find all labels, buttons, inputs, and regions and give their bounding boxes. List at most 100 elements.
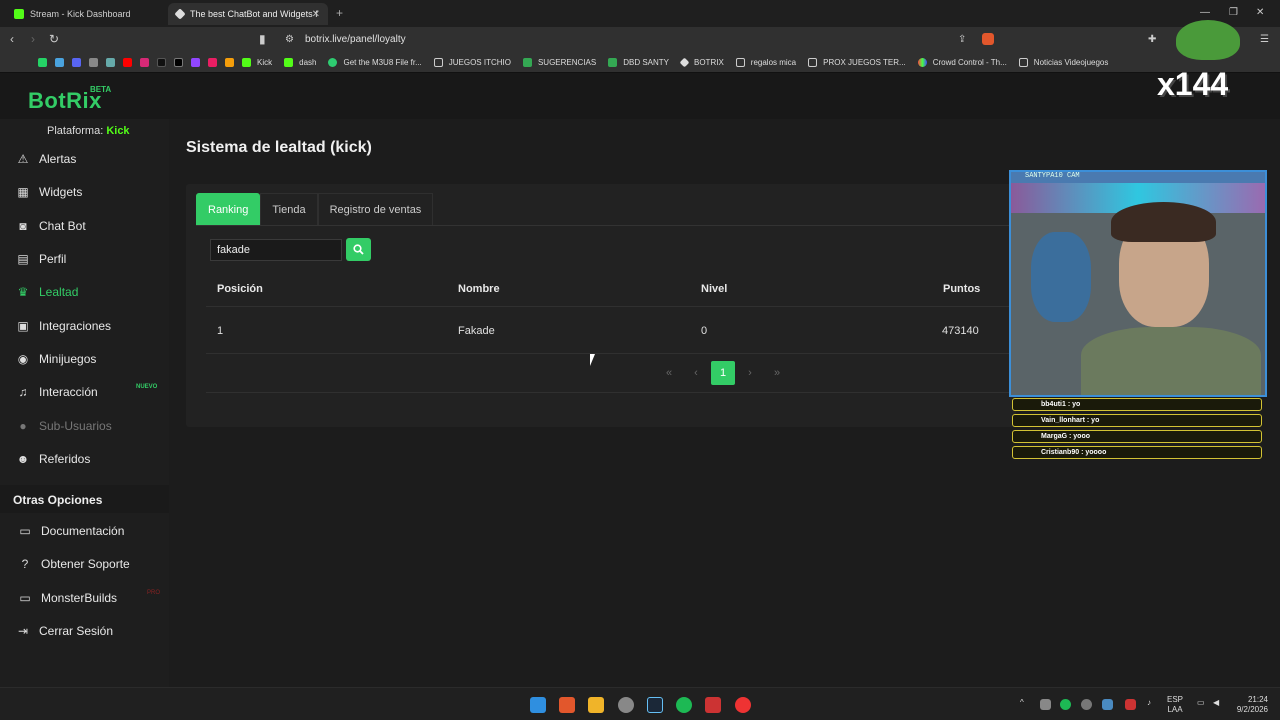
obs-icon[interactable]: [618, 697, 634, 713]
x-icon[interactable]: [174, 58, 183, 67]
mic-icon[interactable]: ♪: [1147, 698, 1151, 708]
next-page-button[interactable]: ›: [738, 361, 762, 385]
crowd-control-icon: [917, 58, 927, 67]
bookmark-item[interactable]: BOTRIX: [679, 57, 724, 68]
column-header-posicion[interactable]: Posición: [217, 283, 263, 295]
sidebar-item-referidos[interactable]: ☻ Referidos: [16, 452, 91, 466]
maximize-button[interactable]: ❐: [1229, 7, 1238, 18]
tray-icon[interactable]: [1125, 699, 1136, 710]
menu-icon[interactable]: ☰: [1260, 34, 1269, 45]
search-input[interactable]: [210, 239, 342, 261]
app-icon[interactable]: [208, 58, 217, 67]
column-header-nombre[interactable]: Nombre: [458, 283, 500, 295]
back-button[interactable]: ‹: [10, 32, 14, 46]
discord-tray-icon[interactable]: [1040, 699, 1051, 710]
bookmark-item[interactable]: dash: [284, 58, 316, 67]
minimize-button[interactable]: —: [1200, 7, 1210, 18]
search-button[interactable]: [346, 238, 371, 261]
page-1-button[interactable]: 1: [711, 361, 735, 385]
sidebar-item-widgets[interactable]: ▦ Widgets: [16, 185, 82, 199]
browser-tab-botrix[interactable]: The best ChatBot and Widgets f ✕: [168, 3, 328, 25]
bookmark-item[interactable]: regalos mica: [735, 58, 796, 67]
sidebar-item-alertas[interactable]: ⚠ Alertas: [16, 152, 77, 166]
app-icon[interactable]: [89, 58, 98, 67]
close-icon[interactable]: ✕: [312, 9, 320, 20]
brave-icon[interactable]: [559, 697, 575, 713]
media-player-icon[interactable]: [735, 697, 751, 713]
sidebar-item-interaccion[interactable]: ♫ Interacción: [16, 385, 98, 399]
first-page-button[interactable]: «: [657, 361, 681, 385]
tab-registro-de-ventas[interactable]: Registro de ventas: [317, 193, 434, 226]
column-header-puntos[interactable]: Puntos: [943, 283, 980, 295]
app-icon[interactable]: [705, 697, 721, 713]
sidebar-item-obtener-soporte[interactable]: ? Obtener Soporte: [18, 557, 130, 571]
sidebar-item-minijuegos[interactable]: ◉ Minijuegos: [16, 352, 97, 366]
bookmark-item[interactable]: DBD SANTY: [608, 58, 669, 67]
instagram-icon[interactable]: [140, 58, 149, 67]
sidebar-item-perfil[interactable]: ▤ Perfil: [16, 252, 66, 266]
url-field[interactable]: botrix.live/panel/loyalty: [305, 34, 406, 45]
sidebar-item-chat-bot[interactable]: ◙ Chat Bot: [16, 219, 85, 233]
language-indicator[interactable]: ESP LAA: [1167, 695, 1183, 715]
bookmark-item[interactable]: Noticias Videojuegos: [1018, 58, 1108, 67]
sidebar-item-lealtad[interactable]: ♛ Lealtad: [16, 285, 79, 299]
steam-tray-icon[interactable]: [1102, 699, 1113, 710]
volume-icon[interactable]: ◀: [1213, 698, 1219, 708]
windows-start-icon[interactable]: [530, 697, 546, 713]
kick-icon: [242, 58, 251, 67]
sidebar-item-documentacion[interactable]: ▭ Documentación: [18, 524, 124, 538]
chevron-up-icon[interactable]: ^: [1020, 698, 1024, 708]
forward-button[interactable]: ›: [31, 32, 35, 46]
sidebar-item-cerrar-sesion[interactable]: ⇥ Cerrar Sesión: [16, 624, 113, 638]
list-icon: ▣: [17, 319, 29, 333]
twitch-icon[interactable]: [191, 58, 200, 67]
browser-tab-bar: Stream - Kick Dashboard The best ChatBot…: [0, 0, 1280, 27]
clock[interactable]: 21:24 9/2/2026: [1232, 695, 1268, 715]
steam-icon[interactable]: [647, 697, 663, 713]
sidebar-item-monsterbuilds[interactable]: ▭ MonsterBuilds: [18, 591, 117, 605]
address-bar: ‹ › ↻ ▮ ⚙ botrix.live/panel/loyalty ⇪ ✚ …: [0, 27, 1280, 53]
monitor-icon: ▭: [19, 591, 31, 605]
tab-tienda[interactable]: Tienda: [260, 193, 318, 226]
tiktok-icon[interactable]: [157, 58, 166, 67]
browser-tab-kick[interactable]: Stream - Kick Dashboard: [6, 3, 166, 25]
tab-ranking[interactable]: Ranking: [196, 193, 261, 226]
whatsapp-icon[interactable]: [38, 58, 47, 67]
app-icon[interactable]: [106, 58, 115, 67]
app-icon[interactable]: [225, 58, 234, 67]
youtube-icon[interactable]: [123, 58, 132, 67]
share-icon[interactable]: ⇪: [958, 34, 966, 45]
sidebar-item-sub-usuarios[interactable]: ● Sub-Usuarios: [16, 419, 111, 433]
spotify-tray-icon[interactable]: [1060, 699, 1071, 710]
bookmark-item[interactable]: Kick: [242, 58, 272, 67]
prev-page-button[interactable]: ‹: [684, 361, 708, 385]
divider: [206, 306, 1016, 307]
discord-icon[interactable]: [72, 58, 81, 67]
bookmark-item[interactable]: PROX JUEGOS TER...: [808, 58, 906, 67]
bookmark-item[interactable]: Get the M3U8 File fr...: [328, 58, 422, 67]
last-page-button[interactable]: »: [765, 361, 789, 385]
tray-icon[interactable]: [1081, 699, 1092, 710]
chat-message: MargaG : yooo: [1012, 430, 1262, 443]
close-window-button[interactable]: ✕: [1256, 7, 1264, 18]
botrix-icon: [679, 57, 690, 68]
bookmark-icon[interactable]: ▮: [259, 32, 266, 46]
column-header-nivel[interactable]: Nivel: [701, 283, 727, 295]
reload-button[interactable]: ↻: [49, 32, 59, 46]
bookmark-item[interactable]: Crowd Control - Th...: [917, 58, 1007, 67]
tab-title: The best ChatBot and Widgets f: [190, 9, 318, 19]
folder-icon[interactable]: [588, 697, 604, 713]
webcam-overlay: SANTYPA10 CAM: [1009, 170, 1267, 397]
network-icon[interactable]: ▭: [1197, 698, 1205, 708]
app-icon[interactable]: [55, 58, 64, 67]
new-tab-button[interactable]: +: [336, 6, 343, 20]
bookmark-item[interactable]: SUGERENCIAS: [522, 58, 596, 67]
spotify-icon[interactable]: [676, 697, 692, 713]
globe-icon: [328, 58, 338, 67]
sidebar-item-integraciones[interactable]: ▣ Integraciones: [16, 319, 111, 333]
site-info-icon[interactable]: ⚙: [285, 34, 294, 45]
botrix-icon: [174, 8, 186, 20]
bookmark-item[interactable]: JUEGOS ITCHIO: [433, 58, 511, 67]
extensions-icon[interactable]: ✚: [1148, 34, 1156, 45]
brave-shield-icon[interactable]: [982, 33, 994, 45]
